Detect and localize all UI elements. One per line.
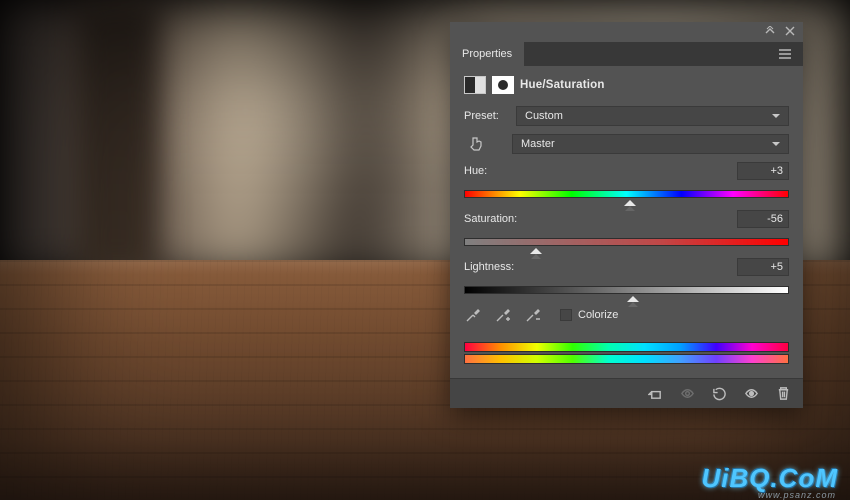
saturation-label: Saturation: (464, 213, 517, 225)
saturation-slider[interactable] (464, 234, 789, 248)
lightness-value-input[interactable]: +5 (737, 258, 789, 276)
colorize-checkbox[interactable] (560, 309, 572, 321)
saturation-slider-block: Saturation: -56 (464, 210, 789, 248)
watermark-sub: www.psanz.com (758, 490, 836, 500)
eyedropper-icon[interactable] (464, 306, 482, 324)
lightness-thumb[interactable] (627, 290, 639, 302)
visibility-icon[interactable] (743, 386, 759, 402)
preset-select[interactable]: Custom (516, 106, 789, 126)
preset-row: Preset: Custom (464, 106, 789, 126)
channel-value: Master (521, 138, 555, 150)
lightness-label: Lightness: (464, 261, 514, 273)
lightness-slider-block: Lightness: +5 (464, 258, 789, 296)
reset-icon[interactable] (711, 386, 727, 402)
tab-properties[interactable]: Properties (450, 42, 525, 66)
saturation-thumb[interactable] (530, 242, 542, 254)
adjustment-type-icon[interactable] (464, 76, 486, 94)
clip-to-layer-icon[interactable] (647, 386, 663, 402)
panel-menu-icon[interactable] (769, 42, 803, 66)
channel-select[interactable]: Master (512, 134, 789, 154)
properties-panel: Properties Hue/Saturation Preset: Custom… (450, 22, 803, 408)
panel-tabs: Properties (450, 42, 803, 66)
trash-icon[interactable] (775, 386, 791, 402)
adjustment-title: Hue/Saturation (520, 79, 605, 91)
hue-slider-block: Hue: +3 (464, 162, 789, 200)
panel-titlebar (450, 22, 803, 42)
colorize-label: Colorize (578, 309, 618, 321)
hue-slider[interactable] (464, 186, 789, 200)
panel-footer (450, 378, 803, 408)
preset-label: Preset: (464, 110, 510, 122)
hue-ramp[interactable] (464, 342, 789, 364)
view-previous-icon[interactable] (679, 386, 695, 402)
hue-label: Hue: (464, 165, 487, 177)
close-icon[interactable] (785, 26, 795, 39)
tab-label: Properties (462, 48, 512, 60)
eyedropper-subtract-icon[interactable] (524, 306, 542, 324)
targeted-adjust-icon[interactable] (464, 136, 486, 152)
eyedropper-add-icon[interactable] (494, 306, 512, 324)
preset-value: Custom (525, 110, 563, 122)
hue-value-input[interactable]: +3 (737, 162, 789, 180)
layer-mask-icon[interactable] (492, 76, 514, 94)
adjustment-header: Hue/Saturation (464, 76, 789, 94)
channel-row: Master (464, 134, 789, 154)
collapse-icon[interactable] (765, 26, 775, 39)
eyedropper-row: Colorize (464, 306, 789, 328)
saturation-value-input[interactable]: -56 (737, 210, 789, 228)
lightness-slider[interactable] (464, 282, 789, 296)
hue-thumb[interactable] (624, 194, 636, 206)
